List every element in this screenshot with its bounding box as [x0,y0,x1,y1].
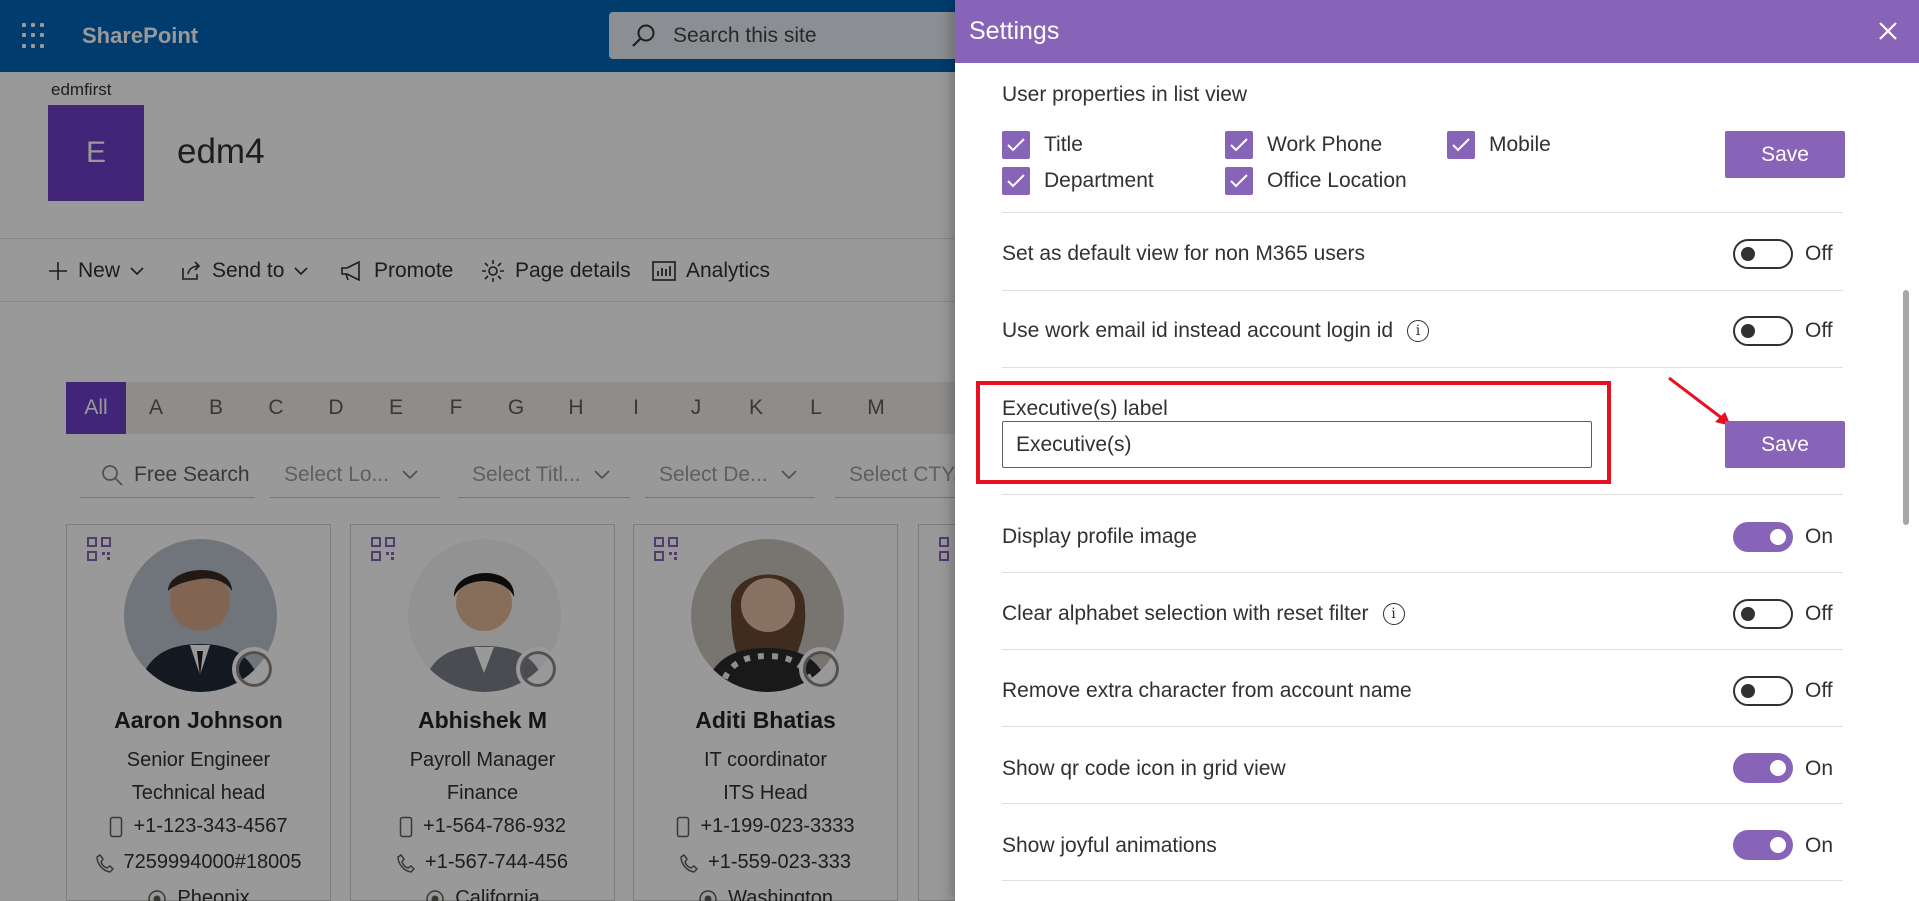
setting-clear-alphabet-label: Clear alphabet selection with reset filt… [1002,602,1405,626]
divider [1002,649,1843,650]
checkbox-mobile[interactable]: Mobile [1447,131,1551,159]
checkbox-label: Mobile [1489,133,1551,156]
close-icon[interactable] [1873,16,1903,46]
toggle-extra-character[interactable] [1733,676,1793,706]
info-icon[interactable]: i [1407,320,1430,342]
checkbox-label: Department [1044,169,1154,192]
toggle-default-view[interactable] [1733,239,1793,269]
save-executive-label-button[interactable]: Save [1725,421,1845,468]
setting-work-email-label: Use work email id instead account login … [1002,319,1430,343]
setting-extra-character-label: Remove extra character from account name [1002,679,1412,702]
setting-clear-alphabet-text: Clear alphabet selection with reset filt… [1002,602,1369,625]
toggle-clear-alphabet[interactable] [1733,599,1793,629]
setting-qr-code-label: Show qr code icon in grid view [1002,757,1286,780]
divider [1002,212,1843,213]
toggle-state-text: On [1805,834,1834,857]
checkmark-icon [1002,131,1030,159]
divider [1002,572,1843,573]
executive-label-input[interactable]: Executive(s) [1002,421,1592,468]
checkbox-label: Title [1044,133,1083,156]
user-properties-label: User properties in list view [1002,83,1248,106]
checkmark-icon [1225,131,1253,159]
checkbox-label: Work Phone [1267,133,1383,156]
divider [1002,880,1843,881]
checkbox-label: Office Location [1267,169,1407,192]
setting-profile-image-label: Display profile image [1002,525,1197,548]
executive-label-caption: Executive(s) label [1002,397,1168,420]
toggle-joyful-animations[interactable] [1733,830,1793,860]
toggle-state-text: On [1805,757,1834,780]
divider [1002,494,1843,495]
checkmark-icon [1002,167,1030,195]
checkmark-icon [1225,167,1253,195]
divider [1002,726,1843,727]
toggle-state-text: Off [1805,602,1833,625]
toggle-state-text: Off [1805,319,1833,342]
checkbox-office-location[interactable]: Office Location [1225,167,1407,195]
toggle-state-text: On [1805,525,1834,548]
panel-header: Settings [955,0,1919,63]
modal-overlay[interactable] [0,0,955,901]
divider [1002,290,1843,291]
divider [1002,803,1843,804]
setting-joyful-animations-label: Show joyful animations [1002,834,1217,857]
panel-title: Settings [969,17,1060,45]
checkbox-department[interactable]: Department [1002,167,1154,195]
settings-panel: Settings User properties in list view Ti… [955,0,1919,901]
info-icon[interactable]: i [1382,603,1405,625]
toggle-profile-image[interactable] [1733,522,1793,552]
checkbox-work-phone[interactable]: Work Phone [1225,131,1382,159]
toggle-state-text: Off [1805,679,1833,702]
scrollbar-thumb[interactable] [1903,290,1909,525]
toggle-qr-code[interactable] [1733,753,1793,783]
checkmark-icon [1447,131,1475,159]
toggle-work-email[interactable] [1733,316,1793,346]
setting-default-view-label: Set as default view for non M365 users [1002,242,1366,265]
save-properties-button[interactable]: Save [1725,131,1845,178]
divider [1002,367,1843,368]
toggle-state-text: Off [1805,242,1833,265]
checkbox-title[interactable]: Title [1002,131,1083,159]
setting-work-email-text: Use work email id instead account login … [1002,319,1394,342]
